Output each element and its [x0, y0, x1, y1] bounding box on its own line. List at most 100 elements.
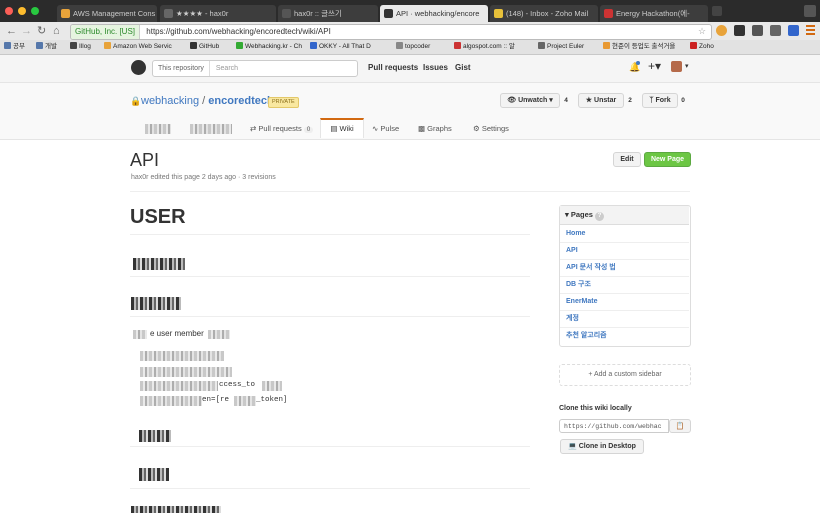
new-page-button[interactable]: New Page [644, 152, 691, 167]
back-icon[interactable]: ← [6, 25, 17, 37]
extension-icon-1[interactable] [716, 25, 727, 36]
browser-tab[interactable]: AWS Management Cons [57, 5, 157, 22]
bookmark-item[interactable]: topcoder [396, 41, 430, 53]
browser-tab[interactable]: hax0r :: 글쓰기 [278, 5, 378, 22]
tab-favicon-icon [494, 9, 503, 18]
bookmark-item[interactable]: algospot.com :: 알 [454, 41, 515, 53]
tab-favicon-icon [164, 9, 173, 18]
forward-icon[interactable]: → [21, 25, 32, 37]
sidebar-page-link[interactable]: Home [566, 229, 585, 239]
repo-name-link[interactable]: encoredtech [208, 95, 273, 107]
obscured-list-item [140, 351, 224, 361]
sidebar-page-link[interactable]: DB 구조 [566, 280, 591, 290]
profile-icon[interactable] [804, 5, 816, 17]
watch-count[interactable]: 4 [561, 94, 571, 107]
menu-icon[interactable] [806, 25, 815, 36]
obscured-text [133, 330, 147, 339]
tab-wiki[interactable]: ▤ Wiki [320, 118, 364, 138]
obscured-code [262, 381, 282, 391]
bookmark-label: Project Euler [547, 43, 585, 50]
obscured-list-item [140, 367, 232, 377]
add-custom-sidebar-button[interactable]: + Add a custom sidebar [559, 364, 691, 386]
home-icon[interactable]: ⌂ [53, 25, 60, 37]
ev-certificate-badge[interactable]: GitHub, Inc. [US] [71, 25, 141, 39]
repo-owner-link[interactable]: webhacking [141, 95, 199, 107]
bookmark-item[interactable]: OKKY - All That D [310, 41, 371, 53]
github-logo-icon[interactable] [131, 60, 146, 75]
browser-tab[interactable]: (148) - Inbox - Zoho Mail [490, 5, 598, 22]
reload-icon[interactable]: ↻ [37, 25, 46, 37]
nav-gist[interactable]: Gist [455, 61, 471, 75]
repo-title: webhacking / encoredtech [141, 95, 274, 107]
bookmark-item[interactable]: Illog [70, 41, 91, 53]
fork-count[interactable]: 0 [678, 94, 688, 107]
tab-pulse[interactable]: ∿ Pulse [372, 122, 399, 140]
search-scope-label: This repository [153, 61, 210, 76]
obscured-heading-2 [131, 297, 181, 310]
avatar[interactable] [671, 61, 682, 72]
bookmark-item[interactable]: 현준이 등업도 출석거을 [603, 41, 675, 53]
bookmark-item[interactable]: GitHub [190, 41, 219, 53]
star-count[interactable]: 2 [625, 94, 635, 107]
bookmark-label: 공부 [13, 43, 25, 50]
nav-pull-requests[interactable]: Pull requests [368, 61, 418, 75]
tab-pull-requests[interactable]: ⇄ Pull requests 0 [250, 122, 314, 140]
heading-divider [130, 234, 530, 235]
bookmark-favicon-icon [454, 42, 461, 49]
sidebar-page-link[interactable]: 추천 알고리즘 [566, 331, 607, 341]
extension-icon-2[interactable] [734, 25, 745, 36]
create-new-plus-icon[interactable]: +▾ [648, 59, 661, 73]
sidebar-page-link[interactable]: API [566, 246, 578, 256]
close-window-button[interactable] [5, 7, 13, 15]
browser-tab[interactable]: Energy Hackathon(에- [600, 5, 708, 22]
tab-code-obscured[interactable] [145, 124, 171, 134]
browser-tab[interactable]: ★★★★ - hax0r [160, 5, 276, 22]
clone-in-desktop-button[interactable]: 💻 Clone in Desktop [560, 439, 644, 454]
heading-divider [130, 316, 530, 317]
extension-icon-3[interactable] [752, 25, 763, 36]
wiki-page-meta: hax0r edited this page 2 days ago · 3 re… [131, 174, 276, 181]
bookmark-item[interactable]: Zoho [690, 41, 714, 53]
search-input[interactable]: This repository Search [152, 60, 358, 77]
clone-url-input[interactable]: https://github.com/webhac [559, 419, 669, 433]
unstar-button[interactable]: ★ Unstar [578, 93, 624, 108]
maximize-window-button[interactable] [31, 7, 39, 15]
bookmark-item[interactable]: Webhacking.kr - Ch [236, 41, 302, 53]
url-text: https://github.com/webhacking/encoredtec… [146, 27, 331, 36]
unwatch-button[interactable]: 👁 Unwatch ▾ [500, 93, 560, 108]
repo-header [0, 83, 820, 140]
sidebar-divider [560, 259, 689, 260]
tab-graphs[interactable]: ▩ Graphs [418, 122, 452, 140]
new-tab-button[interactable] [712, 6, 722, 16]
bookmark-label: algospot.com :: 알 [463, 43, 515, 50]
copy-clipboard-icon[interactable]: 📋 [669, 419, 691, 433]
minimize-window-button[interactable] [18, 7, 26, 15]
tab-settings[interactable]: ⚙ Settings [473, 122, 509, 140]
heading-divider [130, 446, 530, 447]
sidebar-page-link[interactable]: API 문서 작성 법 [566, 263, 616, 273]
pages-count-badge: ? [595, 212, 605, 221]
bookmark-item[interactable]: 개발 [36, 41, 57, 53]
browser-tab[interactable]: API · webhacking/encore [380, 5, 488, 22]
address-bar[interactable]: GitHub, Inc. [US] https://github.com/web… [70, 24, 712, 40]
star-bookmark-icon[interactable]: ☆ [698, 26, 706, 36]
extension-icon-5[interactable] [788, 25, 799, 36]
sidebar-page-link[interactable]: 계정 [566, 314, 579, 324]
bookmark-item[interactable]: 공부 [4, 41, 25, 53]
sidebar-divider [560, 310, 689, 311]
sidebar-divider [560, 276, 689, 277]
bookmark-favicon-icon [690, 42, 697, 49]
bookmark-item[interactable]: Amazon Web Servic [104, 41, 172, 53]
tab-favicon-icon [61, 9, 70, 18]
bookmark-label: Webhacking.kr - Ch [245, 43, 302, 50]
extension-icon-4[interactable] [770, 25, 781, 36]
pages-toggle[interactable]: ▾ Pages ? [565, 210, 605, 221]
heading-divider [130, 276, 530, 277]
tab-issues-obscured[interactable] [190, 124, 232, 134]
nav-issues[interactable]: Issues [423, 61, 448, 75]
fork-button[interactable]: ᛉ Fork [642, 93, 678, 108]
edit-button[interactable]: Edit [613, 152, 641, 167]
bookmark-item[interactable]: Project Euler [538, 41, 584, 53]
avatar-caret-icon[interactable]: ▾ [685, 61, 689, 73]
sidebar-page-link[interactable]: EnerMate [566, 297, 598, 307]
